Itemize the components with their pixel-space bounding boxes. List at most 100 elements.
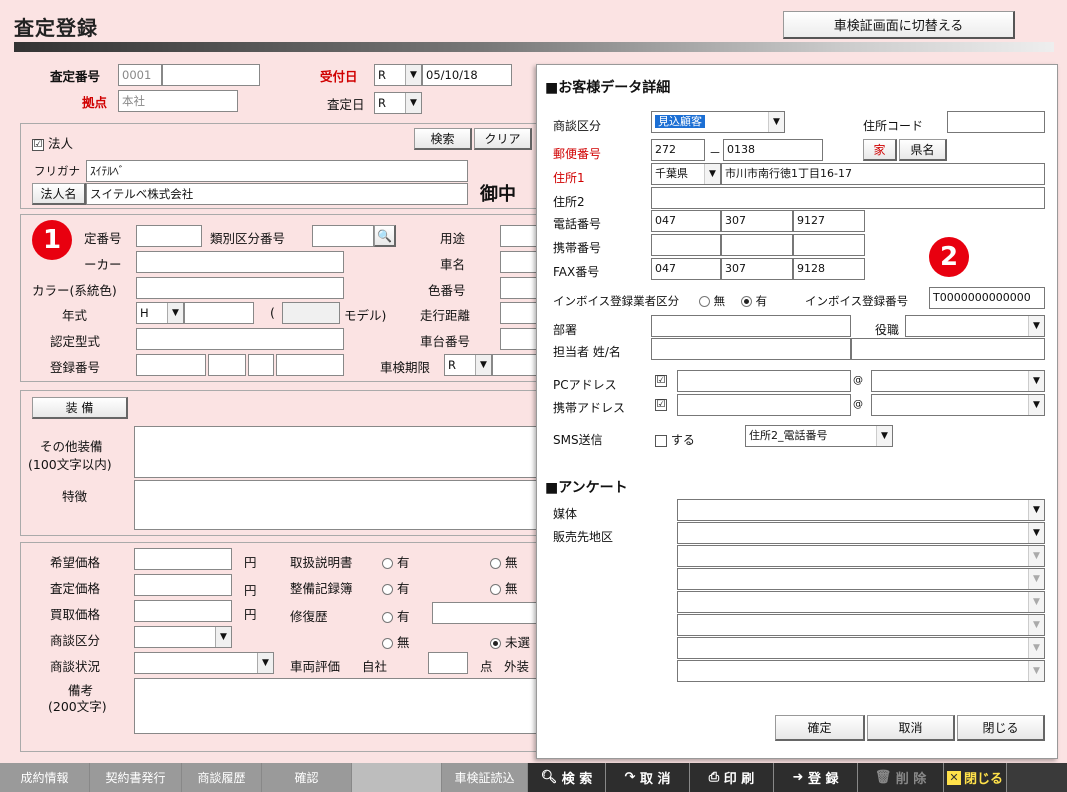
- job-title-select[interactable]: ▼: [905, 315, 1045, 337]
- class-no-field[interactable]: [312, 225, 374, 247]
- survey-select-1[interactable]: ▼: [677, 499, 1045, 521]
- register-footer-button[interactable]: ➜ 登 録: [774, 763, 858, 792]
- desired-price-field[interactable]: [134, 548, 232, 570]
- close-button[interactable]: 閉じる: [957, 715, 1045, 741]
- reg-no-field-2[interactable]: [208, 354, 246, 376]
- manual-no-radio[interactable]: 無: [490, 552, 518, 571]
- mobile-field-1[interactable]: [651, 234, 721, 256]
- sms-target-select[interactable]: 住所2_電話番号 ▼: [745, 425, 893, 447]
- repair-no-radio[interactable]: 無: [382, 632, 410, 651]
- invoice-yes-radio[interactable]: 有: [741, 293, 767, 309]
- modal-deal-type-select[interactable]: 見込顧客 ▼: [651, 111, 785, 133]
- address1-field[interactable]: 市川市南行徳1丁目16-17: [721, 163, 1045, 185]
- other-equip-field[interactable]: [134, 426, 540, 478]
- assess-era-select[interactable]: R ▼: [374, 92, 422, 114]
- deal-history-button[interactable]: 商談履歴: [182, 763, 262, 792]
- contact-first-name-field[interactable]: [851, 338, 1045, 360]
- deal-type-select[interactable]: ▼: [134, 626, 232, 648]
- close-footer-button[interactable]: ✕ 閉じる: [944, 763, 1007, 792]
- reg-no-field-3[interactable]: [248, 354, 274, 376]
- color-field[interactable]: [136, 277, 344, 299]
- year-era-select[interactable]: H ▼: [136, 302, 184, 324]
- manual-yes-radio[interactable]: 有: [382, 552, 410, 571]
- kana-field[interactable]: ｽｲﾃﾙﾍﾞ: [86, 160, 468, 182]
- reg-no-field-4[interactable]: [276, 354, 344, 376]
- survey-select-4[interactable]: ▼: [677, 568, 1045, 590]
- mileage-field[interactable]: [500, 302, 540, 324]
- repair-unconfirmed-radio[interactable]: 未選: [490, 632, 530, 651]
- mobile-address-domain-select[interactable]: ▼: [871, 394, 1045, 416]
- address2-field[interactable]: [651, 187, 1045, 209]
- assess-no-field[interactable]: 0001: [118, 64, 162, 86]
- survey-select-2[interactable]: ▼: [677, 522, 1045, 544]
- fax-field-3[interactable]: 9128: [793, 258, 865, 280]
- clear-button[interactable]: クリア: [474, 128, 532, 150]
- postal-field-1[interactable]: 272: [651, 139, 705, 161]
- address-code-field[interactable]: [947, 111, 1045, 133]
- repair-detail-field[interactable]: [432, 602, 540, 624]
- confirm-button[interactable]: 確定: [775, 715, 865, 741]
- tel-field-3[interactable]: 9127: [793, 210, 865, 232]
- inspection-date-field[interactable]: [492, 354, 540, 376]
- maintenance-yes-radio[interactable]: 有: [382, 578, 410, 597]
- issue-contract-button[interactable]: 契約書発行: [90, 763, 182, 792]
- corp-name-button[interactable]: 法人名: [32, 183, 86, 205]
- search-footer-button[interactable]: 🔍︎ 検 索: [528, 763, 606, 792]
- survey-select-7[interactable]: ▼: [677, 637, 1045, 659]
- model-year-field[interactable]: [282, 302, 340, 324]
- pc-address-domain-select[interactable]: ▼: [871, 370, 1045, 392]
- mobile-address-local-field[interactable]: [677, 394, 851, 416]
- confirm-footer-button[interactable]: 確認: [262, 763, 352, 792]
- branch-field[interactable]: 本社: [118, 90, 238, 112]
- prefecture-button[interactable]: 県名: [899, 139, 947, 161]
- corp-checkbox[interactable]: ☑ 法人: [32, 133, 73, 152]
- contact-last-name-field[interactable]: [651, 338, 851, 360]
- use-field[interactable]: [500, 225, 540, 247]
- year-field[interactable]: [184, 302, 254, 324]
- survey-select-8[interactable]: ▼: [677, 660, 1045, 682]
- postal-field-2[interactable]: 0138: [723, 139, 823, 161]
- print-footer-button[interactable]: ⎙ 印 刷: [690, 763, 774, 792]
- type-no-field[interactable]: [136, 225, 202, 247]
- inspection-era-select[interactable]: R ▼: [444, 354, 492, 376]
- tel-field-2[interactable]: 307: [721, 210, 793, 232]
- remarks-field[interactable]: [134, 678, 540, 734]
- assessed-price-field[interactable]: [134, 574, 232, 596]
- mobile-field-2[interactable]: [721, 234, 793, 256]
- fax-field-1[interactable]: 047: [651, 258, 721, 280]
- delete-footer-button[interactable]: 🗑︎ 削 除: [858, 763, 944, 792]
- invoice-no-radio[interactable]: 無: [699, 293, 725, 309]
- purchase-price-field[interactable]: [134, 600, 232, 622]
- received-date-field[interactable]: 05/10/18: [422, 64, 512, 86]
- search-button[interactable]: 検索: [414, 128, 472, 150]
- cancel-footer-button[interactable]: ↷ 取 消: [606, 763, 690, 792]
- mobile-field-3[interactable]: [793, 234, 865, 256]
- equipment-button[interactable]: 装 備: [32, 397, 128, 419]
- corp-name-field[interactable]: スイテルベ株式会社: [86, 183, 468, 205]
- fax-field-2[interactable]: 307: [721, 258, 793, 280]
- deal-status-select[interactable]: ▼: [134, 652, 274, 674]
- dept-field[interactable]: [651, 315, 851, 337]
- tel-field-1[interactable]: 047: [651, 210, 721, 232]
- own-eval-field[interactable]: [428, 652, 468, 674]
- invoice-no-field[interactable]: T0000000000000: [929, 287, 1045, 309]
- maker-field[interactable]: [136, 251, 344, 273]
- read-inspection-button[interactable]: 車検証読込: [442, 763, 528, 792]
- pc-address-local-field[interactable]: [677, 370, 851, 392]
- blank-footer-button[interactable]: [352, 763, 442, 792]
- reg-no-field-1[interactable]: [136, 354, 206, 376]
- cert-type-field[interactable]: [136, 328, 344, 350]
- feature-field[interactable]: [134, 480, 540, 530]
- cancel-button[interactable]: 取消: [867, 715, 955, 741]
- mobile-address-checkbox[interactable]: ☑: [655, 399, 667, 411]
- received-era-select[interactable]: R ▼: [374, 64, 422, 86]
- chassis-field[interactable]: [500, 328, 540, 350]
- home-button[interactable]: 家: [863, 139, 897, 161]
- assess-no-sub-field[interactable]: [162, 64, 260, 86]
- prefecture-select[interactable]: 千葉県 ▼: [651, 163, 721, 185]
- color-no-field[interactable]: [500, 277, 540, 299]
- car-name-field[interactable]: [500, 251, 540, 273]
- survey-select-5[interactable]: ▼: [677, 591, 1045, 613]
- switch-to-inspection-button[interactable]: 車検証画面に切替える: [783, 11, 1015, 39]
- pc-address-checkbox[interactable]: ☑: [655, 375, 667, 387]
